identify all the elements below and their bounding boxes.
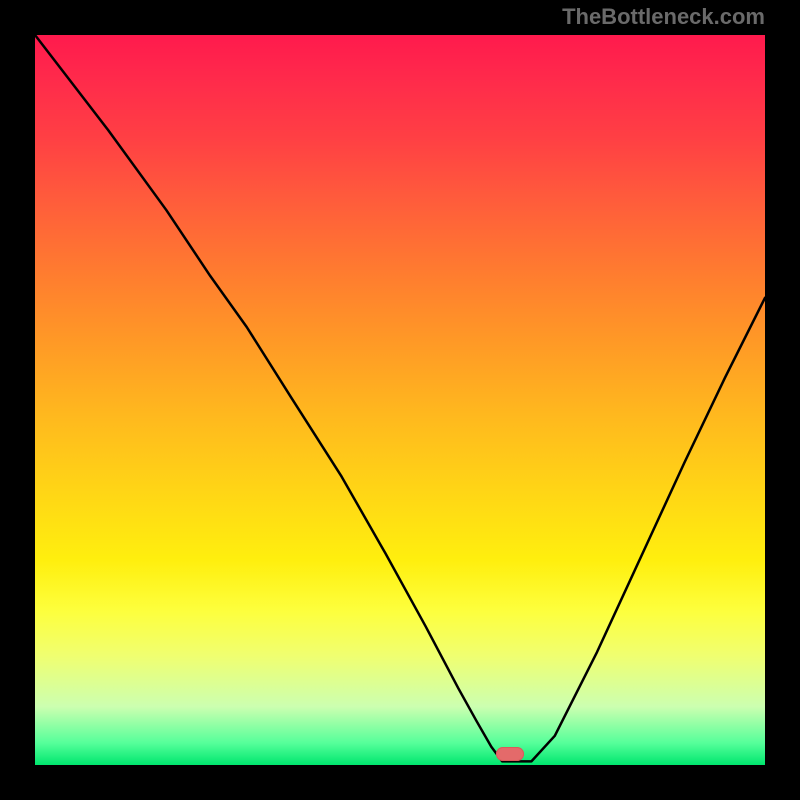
watermark-label: TheBottleneck.com xyxy=(562,4,765,30)
optimum-marker xyxy=(496,747,524,761)
plot-area xyxy=(35,35,765,765)
